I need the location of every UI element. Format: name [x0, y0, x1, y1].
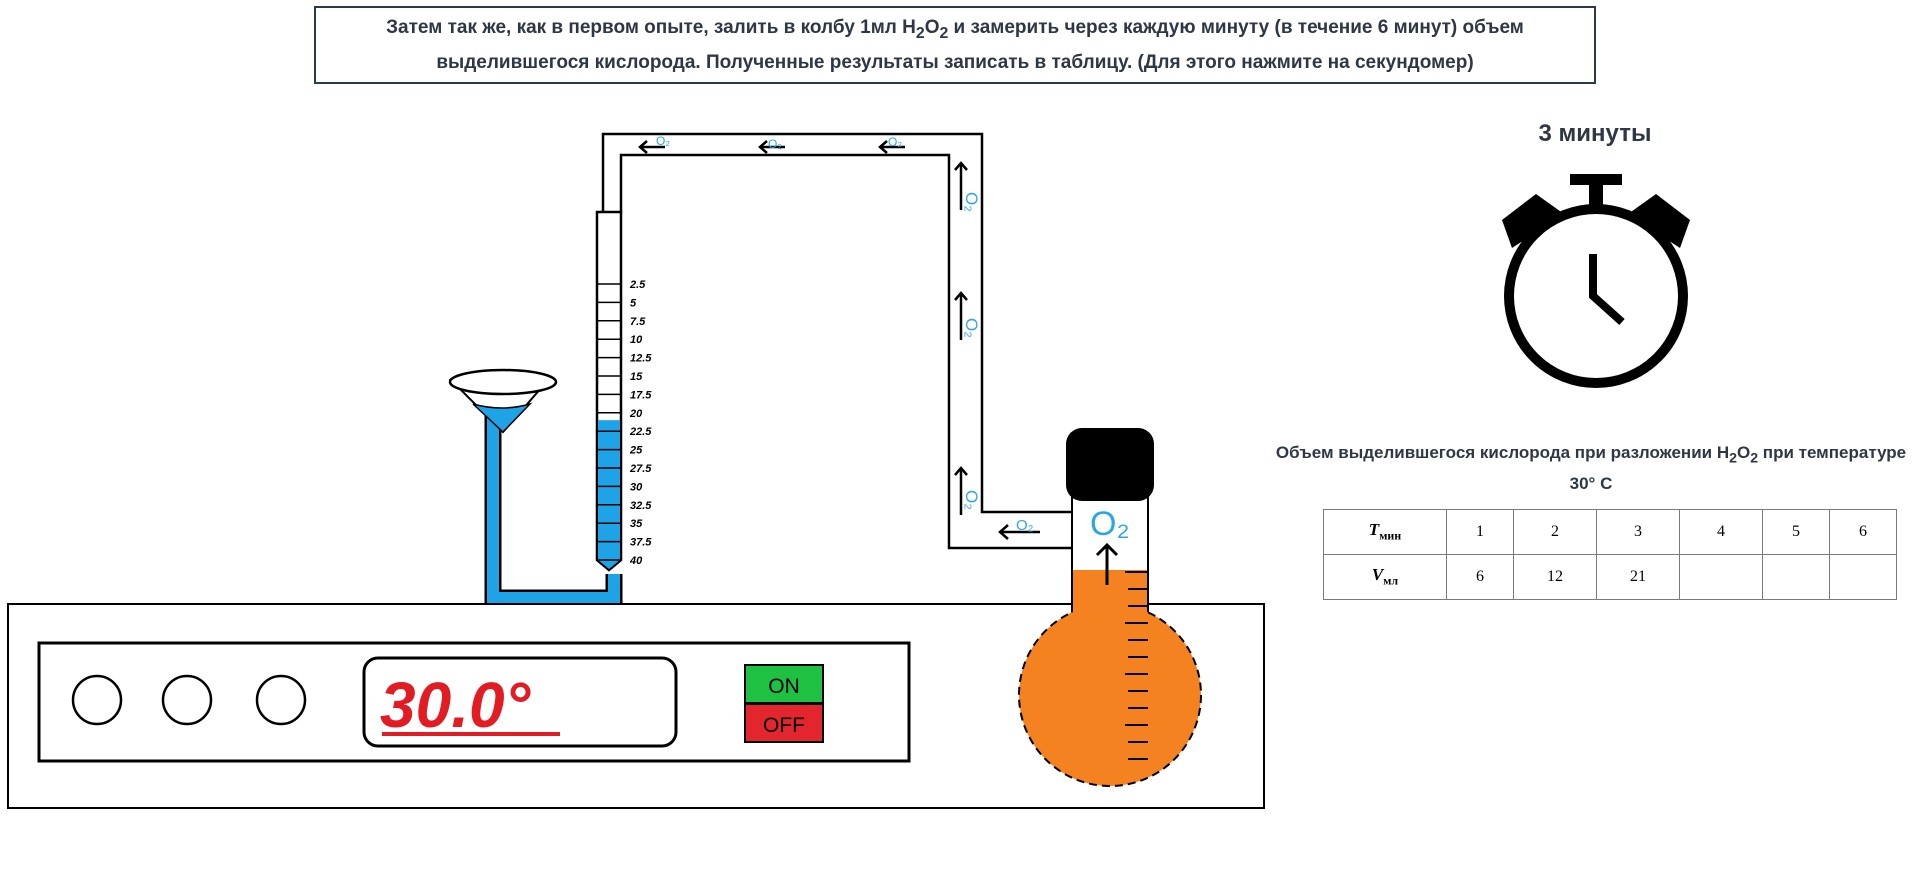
- temperature-value: 30.0°: [380, 669, 531, 741]
- burette-tick-label: 35: [630, 518, 643, 530]
- timer-label: 3 минуты: [1538, 120, 1652, 147]
- table-cell: 1: [1446, 509, 1514, 555]
- heater-knob-2[interactable]: [161, 674, 213, 726]
- table-row: Vмл 6 12 21: [1323, 554, 1897, 600]
- burette-tick-label: 25: [629, 445, 643, 457]
- burette-tick-label: 2.5: [629, 279, 646, 291]
- funnel: [448, 368, 623, 607]
- volume-cell[interactable]: 12: [1513, 554, 1597, 600]
- table-row: Tмин 1 2 3 4 5 6: [1323, 509, 1897, 555]
- off-button[interactable]: OFF: [744, 703, 824, 743]
- flask-stopper: [1066, 428, 1154, 501]
- volume-cell[interactable]: [1679, 554, 1763, 600]
- o2-label: O₂: [962, 192, 981, 212]
- burette-tick-label: 37.5: [630, 537, 652, 549]
- table-cell: 2: [1513, 509, 1597, 555]
- tube-o2-labels: O₂ O₂ O₂ O₂ O₂ O₂ O₂ O₂: [597, 134, 1034, 534]
- burette-water: [598, 420, 620, 560]
- burette-tick-label: 12.5: [630, 353, 652, 365]
- table-cell: 3: [1596, 509, 1680, 555]
- volume-cell[interactable]: [1829, 554, 1897, 600]
- burette-tick-label: 30: [630, 481, 643, 493]
- volume-cell[interactable]: 6: [1446, 554, 1514, 600]
- o2-label: O₂: [656, 134, 670, 148]
- stopwatch-top-button[interactable]: [1570, 174, 1622, 185]
- o2-label: O₂: [888, 135, 902, 149]
- o2-label: O₂: [962, 318, 981, 338]
- burette-tick-label: 10: [630, 334, 643, 346]
- gas-tube: [601, 132, 1072, 550]
- row-header-volume: Vмл: [1323, 554, 1447, 600]
- burette-tick-label: 40: [629, 555, 643, 567]
- volume-cell[interactable]: [1762, 554, 1830, 600]
- o2-label: O₂: [768, 137, 782, 151]
- burette-tick-label: 27.5: [629, 463, 652, 475]
- o2-label: O₂: [962, 490, 981, 510]
- burette-tick-label: 17.5: [630, 389, 652, 401]
- on-button[interactable]: ON: [744, 664, 824, 704]
- burette: 2.5 5 7.5 10 12.5 15 17.5 20 22.5 25 27.5 30 32.5 35 3…: [595, 210, 652, 572]
- table-cell: 6: [1829, 509, 1897, 555]
- table-title: Объем выделившегося кислорода при разлож…: [1275, 443, 1907, 494]
- burette-tick-label: 5: [630, 297, 637, 309]
- flask-o2-label: O₂: [1090, 505, 1130, 543]
- table-cell: 5: [1762, 509, 1830, 555]
- burette-tick-label: 15: [630, 371, 643, 383]
- burette-tick-label: 7.5: [630, 316, 646, 328]
- burette-tick-label: 22.5: [629, 426, 652, 438]
- row-header-time: Tмин: [1323, 509, 1447, 555]
- on-button-label: ON: [768, 675, 800, 698]
- burette-tick-label: 20: [629, 408, 643, 420]
- results-table: Tмин 1 2 3 4 5 6 Vмл 6 12 21: [1323, 509, 1897, 600]
- volume-cell[interactable]: 21: [1596, 554, 1680, 600]
- table-cell: 4: [1679, 509, 1763, 555]
- off-button-label: OFF: [763, 714, 805, 737]
- o2-label: O₂: [1016, 517, 1034, 534]
- heater-knob-1[interactable]: [71, 674, 123, 726]
- burette-tick-label: 32.5: [630, 500, 652, 512]
- heater-knob-3[interactable]: [255, 674, 307, 726]
- stopwatch[interactable]: [1502, 174, 1690, 388]
